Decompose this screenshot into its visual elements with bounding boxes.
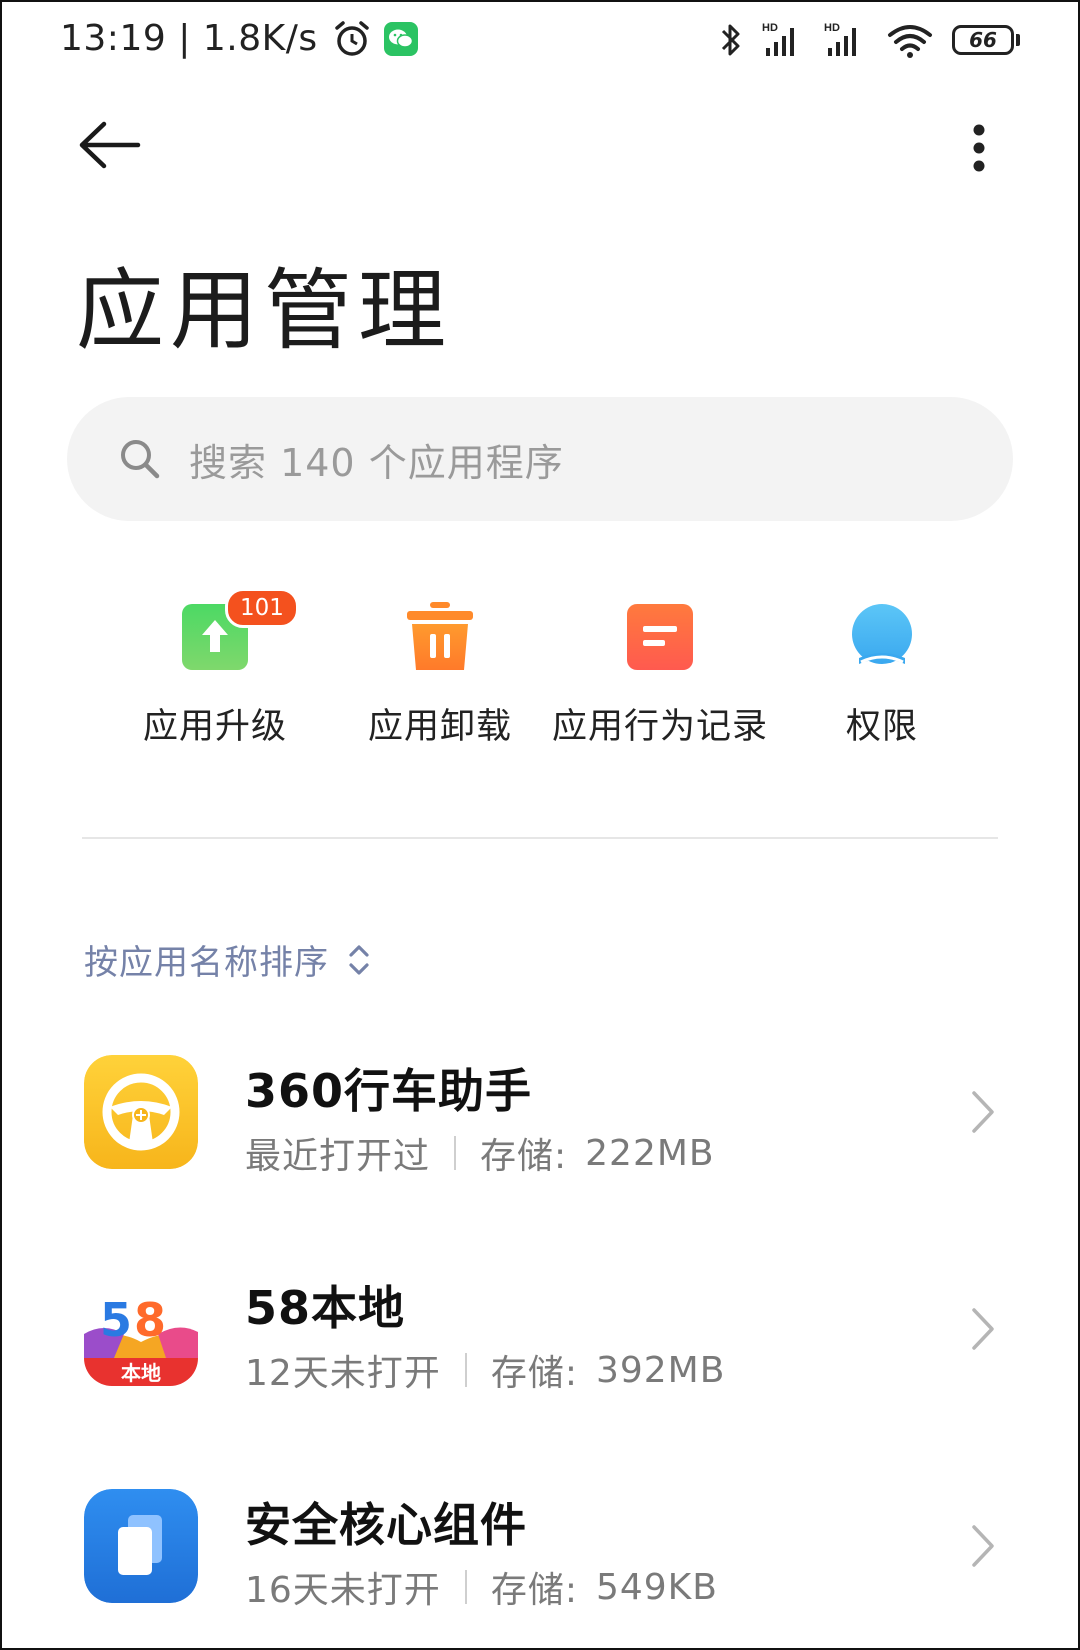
quick-action-permissions[interactable]: 权限 (762, 590, 1002, 750)
storage-label: 存储: (480, 1136, 568, 1177)
section-divider (82, 837, 998, 839)
alarm-icon (334, 20, 369, 56)
status-left: 13:19 | 1.8K/s (60, 18, 418, 59)
svg-text:HD: HD (824, 22, 840, 34)
meta-divider (454, 1136, 457, 1170)
bluetooth-icon (721, 24, 740, 56)
chevron-right-icon (972, 1091, 994, 1133)
quick-action-app-upgrade[interactable]: 101 应用升级 (95, 588, 335, 750)
sort-label: 按应用名称排序 (84, 943, 329, 983)
status-net-speed: 1.8K/s (202, 18, 318, 59)
app-list-item[interactable]: 5 8 本地 58本地 12天未打开 存储: 392MB (0, 1272, 1080, 1462)
update-count-badge: 101 (225, 588, 299, 628)
status-bar: 13:19 | 1.8K/s HD HD 66 (0, 0, 1080, 84)
quick-action-behavior-record[interactable]: 应用行为记录 (540, 590, 780, 750)
chevron-right-icon (972, 1308, 994, 1350)
app-meta: 最近打开过 存储: 222MB (245, 1127, 715, 1179)
svg-text:5: 5 (100, 1293, 132, 1347)
trash-icon (407, 602, 473, 670)
status-time: 13:19 (60, 18, 167, 59)
app-icon-text: 本地 (121, 1361, 161, 1385)
app-list-item[interactable]: 360行车助手 最近打开过 存储: 222MB (0, 1055, 1080, 1245)
app-name: 58本地 (245, 1281, 406, 1335)
quick-action-label: 应用升级 (142, 707, 287, 747)
permission-icon (852, 604, 912, 664)
app-58-logo-icon: 5 8 本地 (84, 1272, 198, 1386)
search-placeholder: 搜索 140 个应用程序 (189, 440, 564, 485)
app-last-opened: 12天未打开 (245, 1353, 441, 1394)
wechat-icon (383, 21, 418, 56)
svg-text:8: 8 (134, 1293, 166, 1347)
storage-label: 存储: (490, 1570, 578, 1611)
security-core-icon (84, 1489, 198, 1603)
meta-divider (464, 1353, 467, 1387)
record-icon (627, 604, 693, 670)
app-storage-size: 222MB (585, 1132, 715, 1174)
meta-divider (464, 1570, 467, 1604)
quick-action-label: 权限 (845, 707, 918, 747)
quick-action-label: 应用卸载 (367, 707, 512, 747)
status-right: HD HD 66 (718, 20, 1020, 60)
signal-hd-icon: HD (824, 22, 856, 56)
app-name: 360行车助手 (245, 1064, 533, 1118)
search-icon (121, 440, 160, 479)
app-name: 安全核心组件 (245, 1498, 527, 1552)
svg-text:HD: HD (762, 22, 778, 34)
steering-wheel-icon (84, 1055, 198, 1169)
search-input[interactable]: 搜索 140 个应用程序 (67, 397, 1013, 521)
quick-actions: 101 应用升级 应用卸载 应用行为记录 权限 (100, 588, 980, 750)
app-list-item[interactable]: 安全核心组件 16天未打开 存储: 549KB (0, 1489, 1080, 1650)
battery-icon: 66 (952, 25, 1020, 55)
wifi-icon (888, 25, 932, 58)
quick-action-label: 应用行为记录 (551, 707, 768, 747)
app-meta: 16天未打开 存储: 549KB (245, 1561, 718, 1613)
app-last-opened: 16天未打开 (245, 1570, 441, 1611)
back-button[interactable] (72, 110, 152, 180)
arrow-left-icon (79, 121, 141, 169)
battery-level: 66 (952, 25, 1014, 55)
chevron-right-icon (972, 1525, 994, 1567)
page-title: 应用管理 (76, 259, 453, 362)
storage-label: 存储: (490, 1353, 578, 1394)
status-separator: | (178, 18, 191, 59)
app-meta: 12天未打开 存储: 392MB (245, 1344, 725, 1396)
sort-selector[interactable]: 按应用名称排序 (84, 935, 371, 984)
more-vertical-icon (973, 124, 985, 172)
app-last-opened: 最近打开过 (245, 1136, 431, 1177)
quick-action-app-uninstall[interactable]: 应用卸载 (320, 590, 560, 750)
signal-hd-icon: HD (762, 22, 794, 56)
app-storage-size: 392MB (595, 1349, 726, 1391)
more-options-button[interactable] (950, 115, 1010, 185)
sort-toggle-icon (349, 944, 369, 975)
app-storage-size: 549KB (595, 1566, 718, 1608)
